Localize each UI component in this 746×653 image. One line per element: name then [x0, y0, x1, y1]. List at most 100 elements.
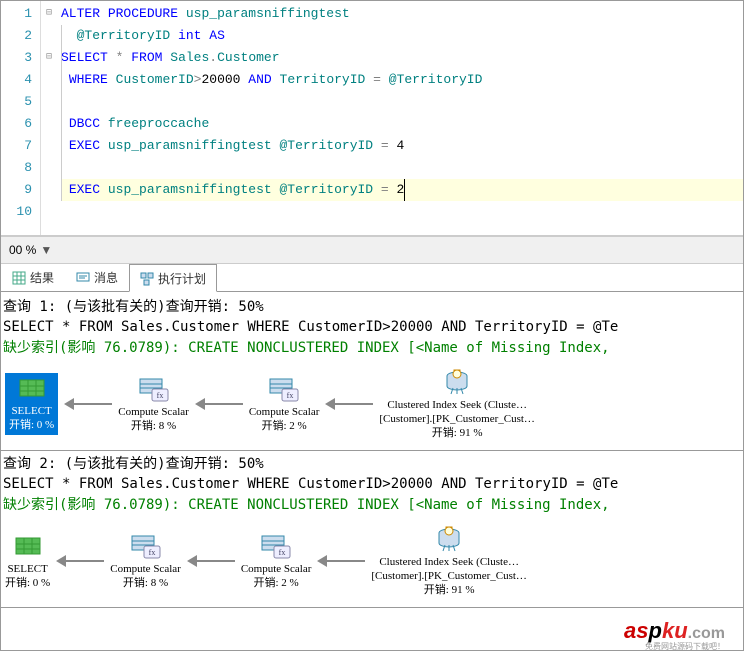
- fold-marker[interactable]: [41, 69, 57, 91]
- plan-arrow-icon: [195, 398, 243, 410]
- code-line[interactable]: [61, 157, 743, 179]
- line-number: 10: [1, 201, 32, 223]
- compute-icon: fx: [268, 375, 300, 403]
- watermark-sub: 免费网站源码下载吧！: [645, 641, 725, 652]
- code-line[interactable]: EXEC usp_paramsniffingtest @TerritoryID …: [61, 135, 743, 157]
- plan-node-title: Clustered Index Seek (Cluste…: [371, 555, 527, 569]
- code-line[interactable]: WHERE CustomerID>20000 AND TerritoryID =…: [61, 69, 743, 91]
- tab-results[interactable]: 结果: [1, 263, 65, 291]
- plan-node-compute[interactable]: fx Compute Scalar开销: 8 %: [110, 532, 181, 590]
- line-number: 1: [1, 3, 32, 25]
- fold-marker[interactable]: ⊟: [41, 47, 57, 69]
- svg-text:fx: fx: [148, 548, 155, 557]
- svg-text:fx: fx: [287, 391, 294, 400]
- missing-index-hint[interactable]: 缺少索引(影响 76.0789): CREATE NONCLUSTERED IN…: [1, 493, 743, 515]
- query-header: 查询 2: (与该批有关的)查询开销: 50%: [1, 451, 743, 475]
- tab-plan-label: 执行计划: [158, 270, 206, 287]
- fold-marker[interactable]: [41, 201, 57, 223]
- plan-icon: [140, 272, 154, 286]
- plan-node-title: Compute Scalar: [118, 405, 189, 419]
- plan-node-seek[interactable]: Clustered Index Seek (Cluste…[Customer].…: [379, 368, 535, 440]
- line-number-gutter: 12345678910: [1, 1, 41, 235]
- plan-row: SELECT开销: 0 %fxCompute Scalar开销: 8 %fxCo…: [1, 515, 743, 607]
- plan-node-cost: 开销: 2 %: [249, 419, 320, 433]
- plan-node-cost: 开销: 0 %: [5, 576, 50, 590]
- code-line[interactable]: DBCC freeproccache: [61, 113, 743, 135]
- svg-text:fx: fx: [279, 548, 286, 557]
- zoom-bar: 00 % ▼: [1, 236, 743, 264]
- line-number: 3: [1, 47, 32, 69]
- line-number: 4: [1, 69, 32, 91]
- plan-node-cost: 开销: 0 %: [9, 418, 54, 432]
- plan-node-title: SELECT: [5, 562, 50, 576]
- plan-node-seek[interactable]: Clustered Index Seek (Cluste…[Customer].…: [371, 525, 527, 597]
- plan-node-compute[interactable]: fxCompute Scalar开销: 2 %: [241, 532, 312, 590]
- seek-icon: [441, 368, 473, 396]
- plan-node-cost: 开销: 91 %: [379, 426, 535, 440]
- select-icon: [16, 374, 48, 402]
- plan-node-select[interactable]: SELECT开销: 0 %: [5, 532, 50, 590]
- zoom-dropdown-icon[interactable]: ▼: [40, 243, 52, 257]
- plan-node-compute[interactable]: fx Compute Scalar开销: 2 %: [249, 375, 320, 433]
- code-line[interactable]: SELECT * FROM Sales.Customer: [61, 47, 743, 69]
- execution-plan-panel[interactable]: 查询 1: (与该批有关的)查询开销: 50%SELECT * FROM Sal…: [1, 292, 743, 608]
- code-area[interactable]: ALTER PROCEDURE usp_paramsniffingtest @T…: [57, 1, 743, 235]
- compute-icon: fx: [130, 532, 162, 560]
- plan-arrow-icon: [325, 398, 373, 410]
- query-header: 查询 1: (与该批有关的)查询开销: 50%: [1, 294, 743, 318]
- line-number: 8: [1, 157, 32, 179]
- fold-marker[interactable]: [41, 113, 57, 135]
- plan-arrow-icon: [56, 555, 104, 567]
- message-icon: [76, 271, 90, 285]
- query-plan-block: 查询 1: (与该批有关的)查询开销: 50%SELECT * FROM Sal…: [1, 294, 743, 451]
- query-plan-block: 查询 2: (与该批有关的)查询开销: 50%SELECT * FROM Sal…: [1, 451, 743, 608]
- code-line[interactable]: EXEC usp_paramsniffingtest @TerritoryID …: [61, 179, 743, 201]
- plan-row: SELECT开销: 0 %fxCompute Scalar开销: 8 %fxCo…: [1, 358, 743, 450]
- plan-node-subtitle: [Customer].[PK_Customer_Cust…: [379, 412, 535, 426]
- plan-node-cost: 开销: 8 %: [118, 419, 189, 433]
- zoom-value[interactable]: 00 %: [9, 243, 36, 257]
- fold-marker[interactable]: [41, 91, 57, 113]
- plan-node-title: Compute Scalar: [249, 405, 320, 419]
- line-number: 6: [1, 113, 32, 135]
- plan-node-cost: 开销: 8 %: [110, 576, 181, 590]
- fold-marker[interactable]: ⊟: [41, 3, 57, 25]
- tab-execution-plan[interactable]: 执行计划: [129, 264, 217, 292]
- plan-node-compute[interactable]: fx Compute Scalar开销: 8 %: [118, 375, 189, 433]
- line-number: 2: [1, 25, 32, 47]
- fold-marker[interactable]: [41, 25, 57, 47]
- line-number: 5: [1, 91, 32, 113]
- tab-messages-label: 消息: [94, 269, 118, 286]
- select-icon: [12, 532, 44, 560]
- tab-results-label: 结果: [30, 269, 54, 286]
- results-tabs: 结果 消息 执行计划: [1, 264, 743, 292]
- line-number: 7: [1, 135, 32, 157]
- plan-node-title: SELECT: [9, 404, 54, 418]
- indent-guide: [61, 25, 62, 201]
- plan-node-subtitle: [Customer].[PK_Customer_Cust…: [371, 569, 527, 583]
- plan-node-title: Compute Scalar: [241, 562, 312, 576]
- query-sql-text: SELECT * FROM Sales.Customer WHERE Custo…: [1, 318, 743, 336]
- tab-messages[interactable]: 消息: [65, 263, 129, 291]
- plan-arrow-icon: [187, 555, 235, 567]
- code-line[interactable]: [61, 201, 743, 223]
- code-line[interactable]: [61, 91, 743, 113]
- fold-gutter: ⊟⊟: [41, 1, 57, 235]
- plan-arrow-icon: [64, 398, 112, 410]
- svg-text:fx: fx: [156, 391, 163, 400]
- plan-node-title: Compute Scalar: [110, 562, 181, 576]
- plan-node-cost: 开销: 91 %: [371, 583, 527, 597]
- line-number: 9: [1, 179, 32, 201]
- code-line[interactable]: ALTER PROCEDURE usp_paramsniffingtest: [61, 3, 743, 25]
- seek-icon: [433, 525, 465, 553]
- grid-icon: [12, 271, 26, 285]
- fold-marker[interactable]: [41, 157, 57, 179]
- fold-marker[interactable]: [41, 179, 57, 201]
- fold-marker[interactable]: [41, 135, 57, 157]
- plan-arrow-icon: [317, 555, 365, 567]
- code-line[interactable]: @TerritoryID int AS: [61, 25, 743, 47]
- missing-index-hint[interactable]: 缺少索引(影响 76.0789): CREATE NONCLUSTERED IN…: [1, 336, 743, 358]
- compute-icon: fx: [138, 375, 170, 403]
- sql-editor[interactable]: 12345678910 ⊟⊟ ALTER PROCEDURE usp_param…: [1, 1, 743, 236]
- plan-node-select[interactable]: SELECT开销: 0 %: [5, 373, 58, 435]
